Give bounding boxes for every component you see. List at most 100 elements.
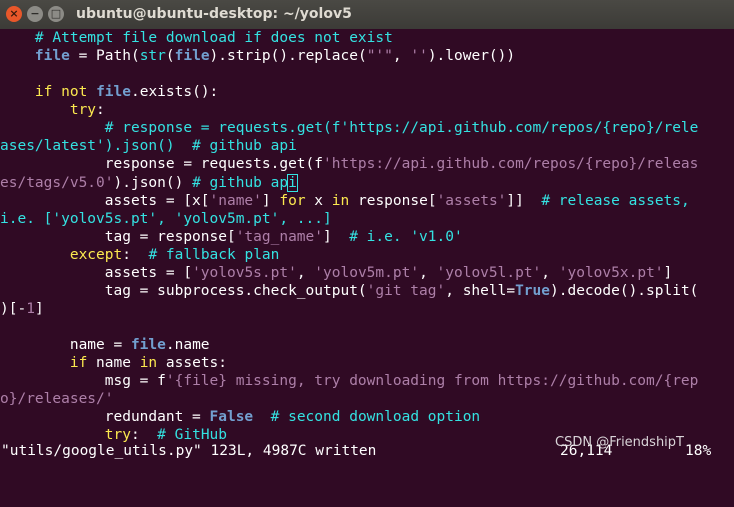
code-token: in (331, 192, 350, 209)
code-line[interactable]: file = Path(str(file).strip().replace("'… (0, 47, 698, 65)
code-line[interactable] (0, 318, 698, 336)
minimize-window-button[interactable]: − (27, 6, 43, 22)
code-line[interactable]: i.e. ['yolov5s.pt', 'yolov5m.pt', ...] (0, 210, 698, 228)
code-token: : (96, 102, 105, 119)
code-token: ] (663, 264, 673, 281)
code-token: ( (165, 48, 175, 65)
code-token: , (392, 48, 411, 65)
code-token: 'yolov5s.pt' (192, 264, 297, 281)
code-token: # github ap (192, 174, 289, 191)
code-line[interactable] (0, 65, 698, 83)
code-line[interactable]: except: # fallback plan (0, 246, 698, 264)
code-token: ).lower()) (427, 48, 516, 65)
code-token: 'tag_name' (235, 228, 324, 245)
code-line[interactable]: msg = f'{file} missing, try downloading … (0, 372, 699, 390)
code-line[interactable]: )[-1] (0, 300, 698, 318)
code-token: # second download option (270, 409, 481, 426)
code-token: name (87, 355, 140, 372)
code-token: ]] (506, 192, 542, 209)
close-window-button[interactable]: × (6, 6, 22, 22)
code-line[interactable]: tag = response['tag_name'] # i.e. 'v1.0' (0, 228, 698, 246)
code-token: 'yolov5l.pt' (436, 264, 542, 281)
code-token: file (34, 48, 70, 65)
code-line[interactable]: assets = ['yolov5s.pt', 'yolov5m.pt', 'y… (0, 264, 698, 282)
code-token: file (174, 48, 210, 65)
code-token: '' (410, 48, 428, 65)
code-line[interactable]: tag = subprocess.check_output('git tag',… (0, 282, 699, 300)
code-line[interactable]: try: (0, 101, 698, 119)
code-token: '{file} missing, try downloading from ht… (165, 373, 699, 390)
code-token: : (130, 427, 158, 444)
code-token: = Path( (69, 48, 140, 65)
code-token: : (122, 246, 149, 263)
code-token: # Attempt file download if does not exis… (34, 30, 393, 46)
code-token: response[ (349, 192, 437, 209)
code-line[interactable]: if not file.exists(): (0, 83, 698, 101)
code-token: o}/releases/' (0, 391, 114, 408)
code-line[interactable]: name = file.name (0, 336, 698, 354)
code-token: 'https://api.github.com/repos/{repo}/rel… (323, 156, 699, 173)
code-token: assets: (157, 355, 228, 372)
code-token: 'yolov5m.pt' (314, 264, 420, 281)
code-token: "'" (366, 48, 393, 65)
code-token: assets = [x[ (0, 192, 210, 209)
code-token: # GitHub (157, 427, 228, 444)
maximize-window-button[interactable]: □ (48, 6, 64, 22)
code-token: )[- (0, 300, 27, 317)
code-line[interactable]: es/tags/v5.0').json() # github api (0, 173, 698, 192)
code-token: # response = requests.get(f'https://api.… (104, 120, 699, 137)
code-line[interactable]: o}/releases/' (0, 390, 698, 408)
code-token: tag = subprocess.check_output( (0, 282, 367, 299)
code-token: ] (34, 300, 44, 317)
code-line[interactable]: # response = requests.get(f'https://api.… (0, 119, 699, 137)
code-token: except (69, 246, 123, 263)
code-line[interactable]: if name in assets: (0, 354, 698, 372)
code-token: ).strip().replace( (209, 48, 367, 65)
status-message: "utils/google_utils.py" 123L, 4987C writ… (1, 443, 377, 459)
code-token: ] (261, 192, 280, 209)
code-token: x (305, 192, 332, 209)
code-token: ] (323, 228, 350, 245)
close-icon: × (9, 7, 19, 20)
code-token: False (209, 409, 254, 426)
maximize-icon: □ (50, 7, 62, 20)
code-token: 'assets' (436, 192, 507, 209)
code-line[interactable]: response = requests.get(f'https://api.gi… (0, 155, 699, 173)
code-token: .exists(): (130, 84, 219, 101)
code-token: 1 (26, 300, 35, 317)
code-token: i.e. ['yolov5s.pt', 'yolov5m.pt', ...] (0, 210, 332, 227)
code-token: file (96, 84, 131, 101)
code-token: tag = response[ (0, 228, 236, 245)
code-token: response = requests.get(f (0, 156, 324, 173)
editor-buffer[interactable]: # Attempt file download if does not exis… (0, 29, 698, 444)
code-token: try (104, 427, 131, 444)
code-line[interactable]: # Attempt file download if does not exis… (0, 29, 698, 47)
code-token: , (541, 264, 559, 281)
code-token: True (515, 282, 550, 299)
code-token: redundant = (0, 409, 210, 426)
code-token: for (279, 192, 306, 209)
watermark: CSDN @FriendshipT (555, 435, 684, 450)
code-token: , shell= (445, 282, 516, 299)
code-token: # release assets, (541, 192, 690, 209)
code-line[interactable]: redundant = False # second download opti… (0, 408, 698, 426)
code-token: , (419, 264, 437, 281)
scroll-percent: 18% (685, 443, 712, 459)
code-line[interactable]: ases/latest').json() # github api (0, 137, 698, 155)
code-line[interactable]: assets = [x['name'] for x in response['a… (0, 192, 698, 210)
code-token: if (69, 355, 88, 372)
terminal-view[interactable]: # Attempt file download if does not exis… (0, 29, 734, 462)
text-cursor: i (287, 173, 298, 192)
window-titlebar[interactable]: × − □ ubuntu@ubuntu-desktop: ~/yolov5 (0, 0, 734, 30)
code-token: ).json() (113, 174, 193, 191)
